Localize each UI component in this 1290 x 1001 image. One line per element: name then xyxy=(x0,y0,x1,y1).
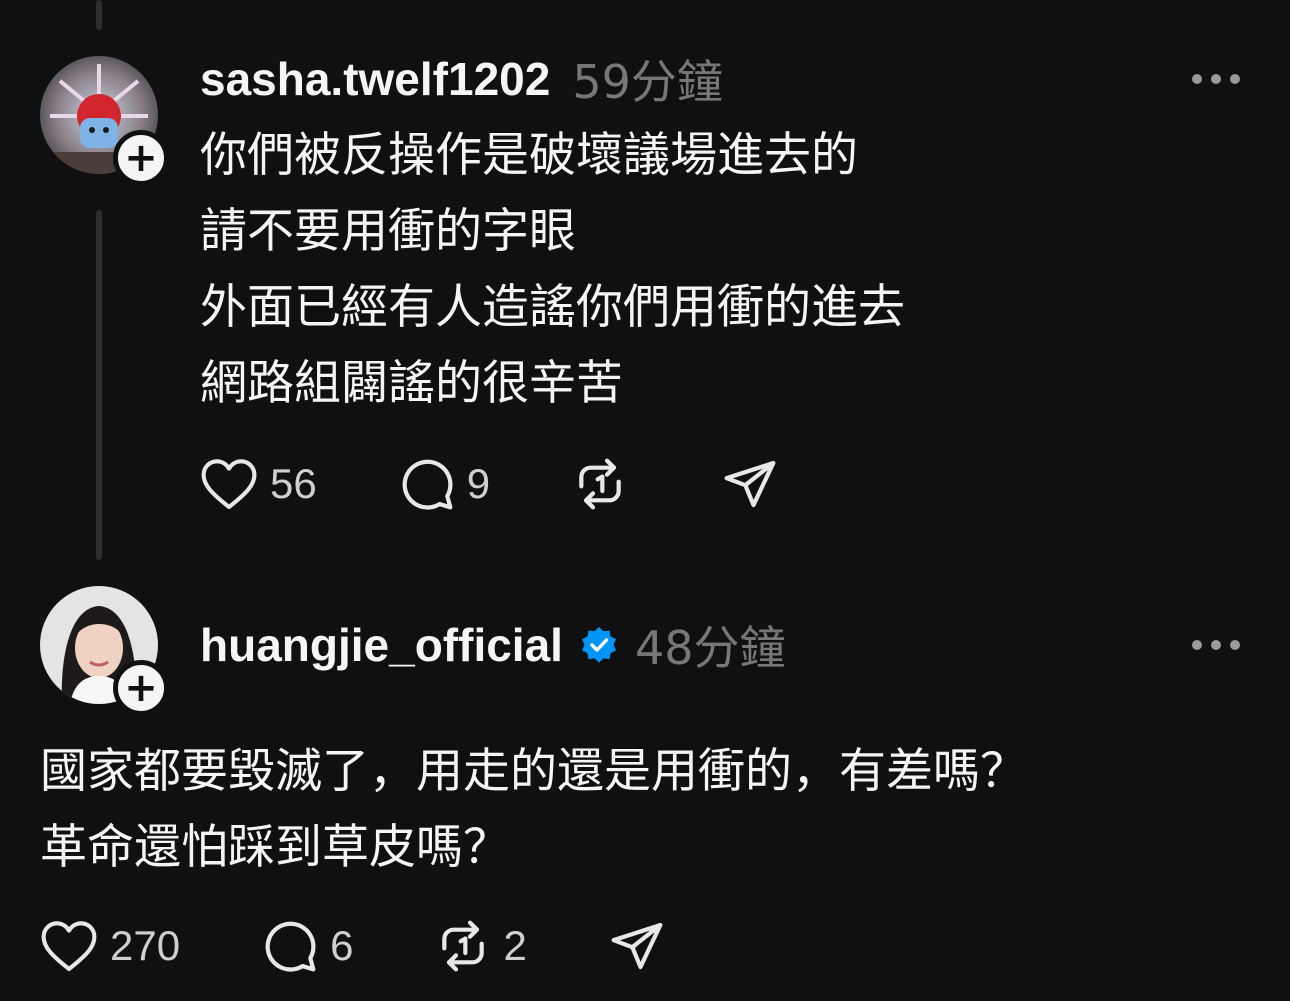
action-bar: 56 9 xyxy=(200,456,778,512)
reply-count: 6 xyxy=(330,922,354,969)
verified-badge-icon xyxy=(581,627,616,663)
share-button[interactable] xyxy=(609,918,665,974)
comment-line: 你們被反操作是破壞議場進去的 xyxy=(200,128,858,183)
more-icon[interactable] xyxy=(1192,74,1240,84)
repost-icon xyxy=(579,458,621,510)
reply-button[interactable]: 9 xyxy=(399,456,490,512)
timestamp: 48分鐘 xyxy=(634,621,786,675)
comment-line: 外面已經有人造謠你們用衝的進去 xyxy=(200,280,905,335)
comment-icon xyxy=(265,921,316,972)
plus-icon: + xyxy=(124,665,158,711)
comment-text: 國家都要毀滅了，用走的還是用衝的，有差嗎？ 革命還怕踩到草皮嗎？ xyxy=(40,734,1027,886)
reply-count: 9 xyxy=(466,460,491,507)
username[interactable]: huangjie_official xyxy=(200,618,563,672)
comment-line: 請不要用衝的字眼 xyxy=(200,204,576,259)
follow-button[interactable]: + xyxy=(113,660,169,716)
comment-line: 革命還怕踩到草皮嗎？ xyxy=(40,820,510,875)
action-bar: 270 6 2 xyxy=(40,918,665,974)
thread-line xyxy=(96,210,102,560)
like-count: 270 xyxy=(110,922,181,969)
thread-line-top xyxy=(96,0,102,30)
more-icon[interactable] xyxy=(1192,640,1240,650)
plus-icon: + xyxy=(124,135,158,181)
like-button[interactable]: 270 xyxy=(40,919,180,973)
heart-icon xyxy=(41,921,97,972)
repost-icon xyxy=(442,920,485,972)
comment-text: 你們被反操作是破壞議場進去的 請不要用衝的字眼 外面已經有人造謠你們用衝的進去 … xyxy=(200,118,905,422)
repost-button[interactable] xyxy=(572,456,640,512)
reply-button[interactable]: 6 xyxy=(262,918,353,974)
follow-button[interactable]: + xyxy=(113,130,169,186)
repost-button[interactable]: 2 xyxy=(435,918,527,974)
share-button[interactable] xyxy=(722,456,778,512)
send-icon xyxy=(724,460,776,508)
like-count: 56 xyxy=(270,460,317,507)
comment-icon xyxy=(402,459,453,510)
comment-line: 國家都要毀滅了，用走的還是用衝的，有差嗎？ xyxy=(40,744,1027,799)
repost-count: 2 xyxy=(503,922,527,969)
send-icon xyxy=(611,922,663,970)
heart-icon xyxy=(201,459,257,510)
timestamp: 59分鐘 xyxy=(572,55,723,109)
username[interactable]: sasha.twelf1202 xyxy=(200,52,550,106)
comment-line: 網路組闢謠的很辛苦 xyxy=(200,356,623,411)
like-button[interactable]: 56 xyxy=(200,457,317,511)
